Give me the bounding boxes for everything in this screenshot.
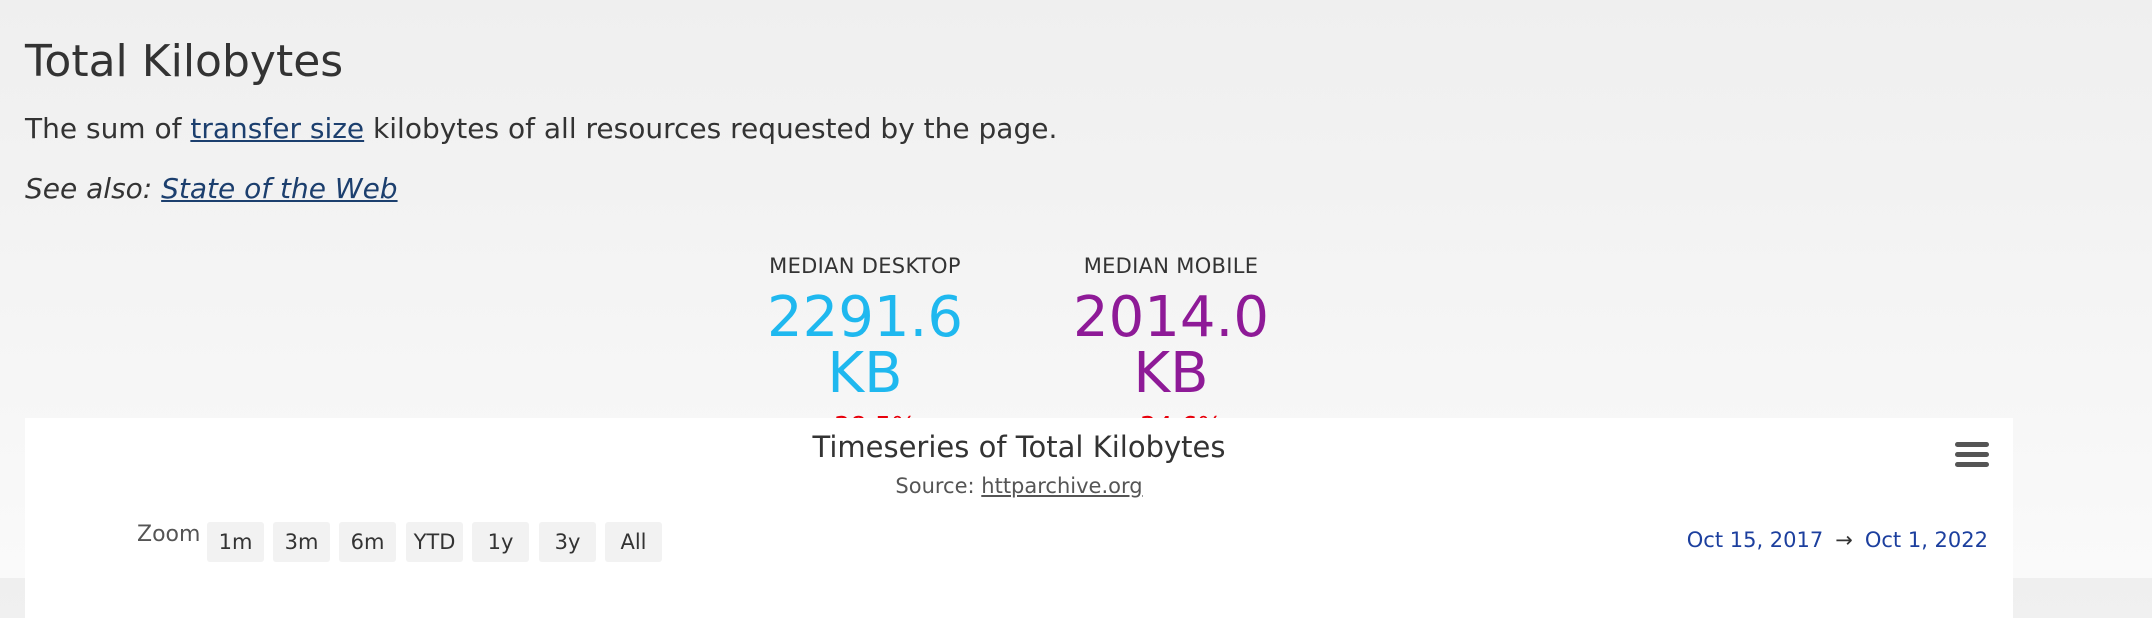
median-desktop-value: 2291.6 KB bbox=[767, 285, 963, 406]
see-also-label: See also: bbox=[25, 172, 162, 205]
arrow-right-icon: → bbox=[1835, 528, 1853, 552]
description-text-before: The sum of bbox=[25, 112, 191, 145]
hamburger-menu-icon[interactable] bbox=[1955, 442, 1989, 470]
zoom-ytd-button[interactable]: YTD bbox=[406, 522, 463, 562]
date-range: Oct 15, 2017 → Oct 1, 2022 bbox=[1687, 528, 1988, 552]
chart-source-label: Source: bbox=[895, 474, 982, 498]
range-from-input[interactable]: Oct 15, 2017 bbox=[1687, 528, 1824, 552]
median-desktop-label: MEDIAN DESKTOP bbox=[769, 254, 961, 278]
median-mobile-label: MEDIAN MOBILE bbox=[1083, 254, 1259, 278]
chart-title: Timeseries of Total Kilobytes bbox=[812, 430, 1226, 464]
median-mobile-value: 2014.0 KB bbox=[1073, 285, 1269, 406]
description: The sum of transfer size kilobytes of al… bbox=[25, 112, 1057, 145]
range-to-input[interactable]: Oct 1, 2022 bbox=[1865, 528, 1988, 552]
median-desktop-metric: MEDIAN DESKTOP 2291.6 KB ▲38.5% bbox=[740, 254, 990, 442]
description-text-after: kilobytes of all resources requested by … bbox=[364, 112, 1058, 145]
zoom-6m-button[interactable]: 6m bbox=[339, 522, 396, 562]
page-title: Total Kilobytes bbox=[25, 36, 344, 87]
chart-source: Source: httparchive.org bbox=[25, 474, 2013, 498]
transfer-size-link[interactable]: transfer size bbox=[190, 112, 364, 145]
zoom-1y-button[interactable]: 1y bbox=[472, 522, 529, 562]
zoom-label: Zoom bbox=[137, 522, 201, 547]
median-mobile-metric: MEDIAN MOBILE 2014.0 KB ▲34.6% bbox=[1045, 254, 1297, 442]
zoom-1m-button[interactable]: 1m bbox=[207, 522, 264, 562]
zoom-3y-button[interactable]: 3y bbox=[539, 522, 596, 562]
zoom-all-button[interactable]: All bbox=[605, 522, 662, 562]
see-also: See also: State of the Web bbox=[25, 172, 398, 205]
state-of-the-web-link[interactable]: State of the Web bbox=[161, 172, 397, 205]
httparchive-link[interactable]: httparchive.org bbox=[981, 474, 1142, 498]
zoom-3m-button[interactable]: 3m bbox=[273, 522, 330, 562]
timeseries-chart-panel: Timeseries of Total Kilobytes Source: ht… bbox=[25, 418, 2013, 618]
